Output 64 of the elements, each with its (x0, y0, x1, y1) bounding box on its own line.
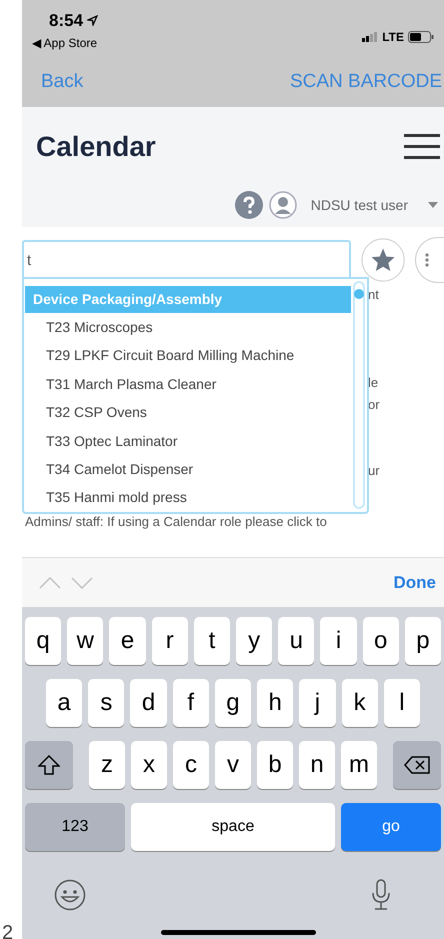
key[interactable]: v (215, 741, 251, 789)
dropdown-item[interactable]: T32 CSP Ovens (24, 398, 367, 427)
dropdown-item[interactable]: T33 Optec Laminator (24, 426, 367, 456)
key[interactable]: e (109, 617, 146, 665)
dropdown-item[interactable]: T31 March Plasma Cleaner (24, 370, 367, 399)
key[interactable]: d (130, 679, 167, 727)
key[interactable]: q (25, 617, 62, 665)
text-fragment: ur (368, 462, 380, 480)
key[interactable]: j (299, 679, 336, 727)
page-number: 2 (2, 922, 14, 939)
key[interactable]: p (404, 617, 442, 665)
key[interactable]: k (342, 679, 378, 727)
clock-time: 8:54 (49, 10, 84, 32)
done-button[interactable]: Done (394, 570, 436, 596)
backspace-icon (404, 756, 430, 774)
key[interactable]: z (89, 741, 125, 789)
user-avatar-icon[interactable] (268, 191, 297, 219)
key[interactable]: w (67, 617, 104, 665)
delete-key[interactable] (393, 741, 441, 789)
key[interactable]: b (257, 741, 293, 789)
help-icon[interactable] (234, 191, 263, 219)
key[interactable]: l (384, 679, 420, 727)
key[interactable]: y (236, 617, 272, 665)
space-key[interactable]: space (131, 803, 335, 851)
group-heading: Device Packaging/Assembly (25, 286, 351, 314)
signal-icon (362, 32, 378, 42)
dropdown-item[interactable]: T29 LPKF Circuit Board Milling Machine (24, 342, 367, 370)
key[interactable]: n (299, 741, 335, 789)
shift-key[interactable] (25, 741, 73, 789)
caret-down-icon[interactable] (428, 202, 438, 208)
key[interactable]: t (194, 617, 230, 665)
notice-text: Admins/ staff: If using a Calendar role please click to (25, 513, 327, 531)
page-title: Calendar (36, 130, 156, 164)
dropdown-item[interactable]: T23 Microscopes (24, 313, 367, 342)
key[interactable]: x (131, 741, 167, 789)
key[interactable]: g (214, 679, 252, 727)
network-label: LTE (382, 29, 404, 46)
key[interactable]: h (257, 679, 294, 727)
key[interactable]: m (341, 741, 377, 789)
location-arrow-icon (87, 15, 98, 26)
text-fragment: nt (368, 286, 379, 304)
emoji-icon[interactable] (54, 879, 86, 911)
numbers-key[interactable]: 123 (25, 803, 125, 851)
dropdown-item[interactable]: T35 Hanmi mold press (24, 484, 367, 512)
key[interactable]: s (88, 679, 124, 727)
microphone-icon[interactable] (371, 879, 391, 911)
text-fragment: le (368, 374, 378, 392)
shift-arrow-icon (38, 755, 60, 775)
key[interactable]: f (172, 679, 209, 727)
key[interactable]: i (320, 617, 357, 665)
key[interactable]: u (278, 617, 314, 665)
text-fragment: or (368, 396, 380, 414)
battery-icon (408, 31, 434, 43)
back-to-app-link[interactable]: ◀ App Store (32, 34, 98, 52)
go-key[interactable]: go (341, 803, 441, 851)
vertical-dots-icon (424, 253, 429, 267)
menu-icon[interactable] (404, 134, 440, 160)
dropdown-item[interactable]: T34 Camelot Dispenser (24, 455, 367, 484)
key[interactable]: o (362, 617, 399, 665)
scrollbar-thumb[interactable] (354, 289, 364, 299)
user-name[interactable]: NDSU test user (310, 194, 408, 216)
key[interactable]: c (173, 741, 209, 789)
key[interactable]: a (46, 679, 82, 727)
key[interactable]: r (152, 617, 188, 665)
